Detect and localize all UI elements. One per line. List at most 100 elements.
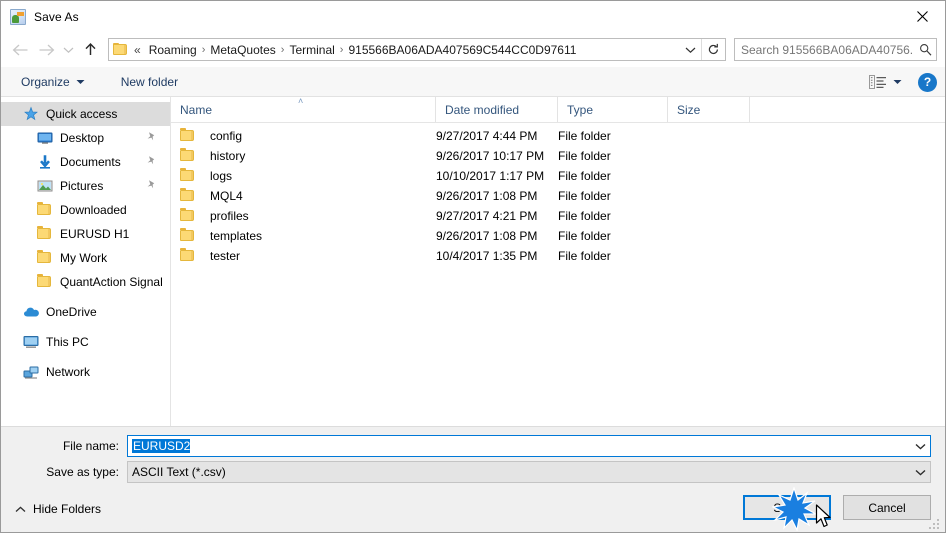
file-name-cell[interactable]: profiles <box>171 208 436 224</box>
file-name-text: templates <box>210 229 263 243</box>
save-as-dialog: Save As « Roaming › MetaQuotes › Termina… <box>0 0 946 533</box>
folder-icon <box>180 188 196 204</box>
search-input[interactable]: Search 915566BA06ADA40756... <box>735 43 914 57</box>
table-row[interactable]: history 9/26/2017 10:17 PM File folder <box>171 146 945 166</box>
breadcrumb-item-roaming[interactable]: Roaming <box>145 41 201 59</box>
search-box[interactable]: Search 915566BA06ADA40756... <box>734 38 937 61</box>
dialog-buttons: Save Cancel <box>743 495 931 520</box>
documents-icon <box>37 154 53 170</box>
breadcrumb-item-terminal-id[interactable]: 915566BA06ADA407569C544CC0D97611 <box>344 41 580 59</box>
column-header-date-modified[interactable]: Date modified <box>436 97 558 122</box>
date-modified-cell: 9/27/2017 4:44 PM <box>436 129 538 143</box>
help-button[interactable]: ? <box>918 72 937 92</box>
breadcrumb-item-terminal[interactable]: Terminal <box>285 41 338 59</box>
cancel-button[interactable]: Cancel <box>843 495 931 520</box>
sort-ascending-icon: ˄ <box>298 96 304 106</box>
column-header-date-label: Date modified <box>445 102 520 117</box>
sidebar-item-label: OneDrive <box>46 305 97 319</box>
save-as-type-value: ASCII Text (*.csv) <box>132 465 226 479</box>
file-name-cell[interactable]: history <box>171 148 436 164</box>
sidebar-item-label: Pictures <box>60 179 104 193</box>
view-options-icon[interactable] <box>868 74 888 90</box>
pictures-icon <box>37 178 53 194</box>
folder-icon <box>180 208 196 224</box>
back-icon[interactable] <box>7 37 33 63</box>
file-name-text: logs <box>210 169 233 183</box>
close-icon[interactable] <box>899 1 945 32</box>
sidebar-item-my-work[interactable]: My Work <box>1 246 170 270</box>
breadcrumb-overflow[interactable]: « <box>134 41 145 59</box>
breadcrumb: « Roaming › MetaQuotes › Terminal › 9155… <box>134 41 679 59</box>
sidebar-item-label: This PC <box>46 335 89 349</box>
table-row[interactable]: config 9/27/2017 4:44 PM File folder <box>171 126 945 146</box>
up-icon[interactable] <box>77 37 103 63</box>
sidebar-item-quick-access[interactable]: Quick access <box>1 102 170 126</box>
sidebar-item-downloaded[interactable]: Downloaded <box>1 198 170 222</box>
sidebar-item-label: Desktop <box>60 131 105 145</box>
column-header-type[interactable]: Type <box>558 97 668 122</box>
type-cell: File folder <box>558 249 611 263</box>
folder-icon <box>37 250 53 266</box>
address-bar[interactable]: « Roaming › MetaQuotes › Terminal › 9155… <box>108 38 726 61</box>
file-name-input[interactable]: EURUSD2 <box>128 439 910 453</box>
date-modified-cell: 10/10/2017 1:17 PM <box>436 169 545 183</box>
file-type-row: Save as type: ASCII Text (*.csv) <box>1 461 945 483</box>
recent-locations-chevron-down-icon[interactable] <box>59 37 77 63</box>
navigation-pane: Quick access Desktop Documents Pictures Down… <box>1 97 171 426</box>
breadcrumb-item-metaquotes[interactable]: MetaQuotes <box>206 41 279 59</box>
table-row[interactable]: logs 10/10/2017 1:17 PM File folder <box>171 166 945 186</box>
table-row[interactable]: templates 9/26/2017 1:08 PM File folder <box>171 226 945 246</box>
file-name-cell[interactable]: config <box>171 128 436 144</box>
file-name-label: File name: <box>62 439 119 453</box>
organize-button[interactable]: Organize <box>15 72 91 92</box>
table-row[interactable]: MQL4 9/26/2017 1:08 PM File folder <box>171 186 945 206</box>
sidebar-item-pictures[interactable]: Pictures <box>1 174 170 198</box>
hide-folders-button[interactable]: Hide Folders <box>15 502 101 516</box>
sidebar-item-this-pc[interactable]: This PC <box>1 330 170 354</box>
view-controls: ? <box>868 67 937 97</box>
folder-icon <box>37 274 53 290</box>
chevron-up-icon <box>15 506 26 513</box>
sidebar-item-label: Downloaded <box>60 203 127 217</box>
pin-icon[interactable] <box>146 131 157 145</box>
file-name-text: history <box>210 149 246 163</box>
sidebar-item-documents[interactable]: Documents <box>1 150 170 174</box>
folder-icon <box>180 148 196 164</box>
file-name-cell[interactable]: tester <box>171 248 436 264</box>
file-name-cell[interactable]: templates <box>171 228 436 244</box>
file-name-chevron-down-icon[interactable] <box>910 443 930 450</box>
sidebar-item-desktop[interactable]: Desktop <box>1 126 170 150</box>
table-row[interactable]: tester 10/4/2017 1:35 PM File folder <box>171 246 945 266</box>
pin-icon[interactable] <box>146 179 157 193</box>
new-folder-button[interactable]: New folder <box>115 72 184 92</box>
onedrive-icon <box>23 304 39 320</box>
refresh-icon[interactable] <box>702 39 725 60</box>
sidebar-item-eurusd-h1[interactable]: EURUSD H1 <box>1 222 170 246</box>
file-name-field[interactable]: EURUSD2 <box>127 435 931 457</box>
forward-icon[interactable] <box>33 37 59 63</box>
save-as-type-select[interactable]: ASCII Text (*.csv) <box>127 461 931 483</box>
column-header-name[interactable]: Name ˄ <box>171 96 436 122</box>
save-button[interactable]: Save <box>743 495 831 520</box>
sidebar-item-network[interactable]: Network <box>1 360 170 384</box>
date-modified-cell: 9/26/2017 1:08 PM <box>436 229 538 243</box>
sidebar-item-onedrive[interactable]: OneDrive <box>1 300 170 324</box>
resize-grip[interactable] <box>929 517 941 529</box>
search-icon[interactable] <box>914 43 936 56</box>
type-cell: File folder <box>558 129 611 143</box>
file-name-cell[interactable]: MQL4 <box>171 188 436 204</box>
file-name-cell[interactable]: logs <box>171 168 436 184</box>
sidebar-item-label: QuantAction Signal <box>60 275 163 289</box>
save-form: File name: EURUSD2 Save as type: ASCII T… <box>1 426 945 486</box>
address-chevron-down-icon[interactable] <box>679 39 701 60</box>
save-as-type-chevron-down-icon[interactable] <box>910 469 930 476</box>
network-icon <box>23 364 39 380</box>
sidebar-item-quantaction-signal[interactable]: QuantAction Signal <box>1 270 170 294</box>
title-bar: Save As <box>1 1 945 32</box>
organize-label: Organize <box>21 74 70 89</box>
column-header-size[interactable]: Size <box>668 97 750 122</box>
pin-icon[interactable] <box>146 155 157 169</box>
view-chevron-down-icon[interactable] <box>888 79 906 85</box>
hide-folders-label: Hide Folders <box>33 502 102 516</box>
table-row[interactable]: profiles 9/27/2017 4:21 PM File folder <box>171 206 945 226</box>
